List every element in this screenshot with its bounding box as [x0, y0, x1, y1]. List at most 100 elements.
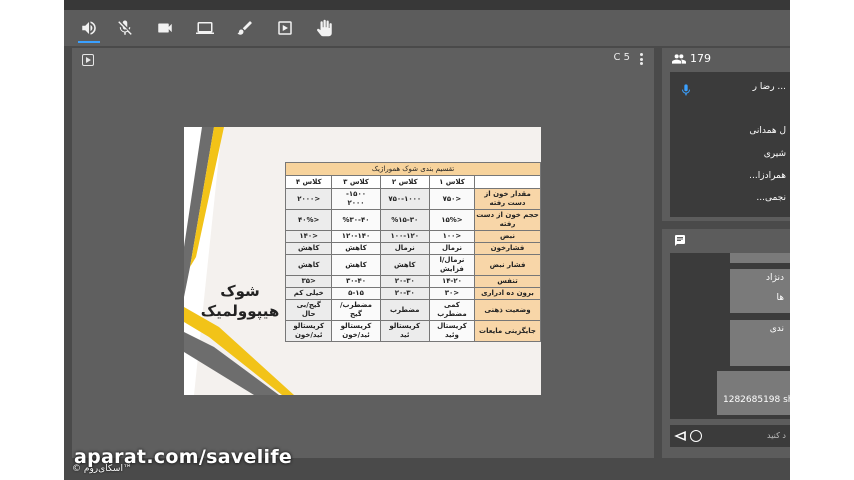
table-row: تنفس ۱۴-۲۰ ۲۰-۳۰ ۳۰-۴۰ <۳۵ [284, 275, 541, 288]
table-cell: ۱۴-۲۰ [428, 275, 476, 288]
table-cell: نرمال [428, 242, 476, 255]
users-icon [672, 54, 686, 64]
table-cell: <۱۰۰ [428, 230, 476, 243]
participant-item[interactable]: همرادزا... [749, 171, 786, 181]
watermark-logo: © اسکای‌روم™ [72, 464, 132, 474]
table-cell: مضطرب [379, 299, 430, 321]
table-cell: ۳۰-۴۰ [331, 275, 381, 288]
table-cell: <۱۵% [428, 209, 476, 231]
screen-share-icon[interactable] [194, 17, 216, 39]
table-row: حجم خون از دست رفته <۱۵% %۱۵-۳۰ %۳۰-۴۰ <۴۰% [284, 209, 541, 231]
table-cell: ۱۵۰۰- ۲۰۰۰ [331, 188, 381, 210]
table-cell: ۱۰۰-۱۲۰ [379, 230, 430, 243]
participant-item[interactable]: نجمی... [756, 193, 786, 203]
participants-header: 179 [662, 48, 790, 70]
column-header: کلاس ۱ [428, 175, 476, 189]
chat-message: 1282685198 sh [723, 395, 790, 405]
chat-bubble: ندی [730, 320, 790, 366]
chat-bubble-partial [730, 253, 790, 263]
column-header: کلاس ۴ [284, 175, 333, 189]
chat-message: ندی [769, 324, 784, 334]
participant-item[interactable]: ... رضا ر [753, 82, 786, 92]
chat-input-placeholder: د کنید [767, 431, 786, 440]
slide-title: شوک هیپوولمیک [200, 281, 280, 321]
skyroom-app: C 5 شوک هیپوولمیک تقسیم بندی شوک هموراژی… [64, 0, 790, 480]
table-cell: <۷۵۰ [428, 188, 476, 210]
brush-icon[interactable] [234, 17, 256, 39]
table-row: مقدار خون از دست رفته <۷۵۰ ۷۵۰-۱۰۰۰ ۱۵۰۰- ۲… [284, 188, 541, 210]
mic-muted-icon[interactable] [114, 17, 136, 39]
table-cell: مضطرب/ گیج [331, 299, 381, 321]
table-cell: <۴۰% [284, 209, 333, 231]
chat-input[interactable]: د کنید [670, 425, 790, 447]
table-cell: کریستال وئید [428, 320, 476, 342]
more-options-icon[interactable] [640, 53, 644, 65]
table-cell: کاهش [331, 254, 381, 276]
table-cell: <۳۵ [284, 275, 333, 288]
participant-item[interactable]: ل همدانی [749, 126, 786, 136]
table-row: نبض <۱۰۰ ۱۰۰-۱۲۰ ۱۲۰-۱۴۰ <۱۴۰ [284, 230, 541, 243]
table-cell: <۱۴۰ [284, 230, 333, 243]
play-media-icon[interactable] [274, 17, 296, 39]
chat-message: دنژاد [766, 273, 784, 283]
table-cell: گیج/بی حال [284, 299, 333, 321]
row-header: جایگزینی مایعات [474, 320, 541, 342]
emoji-icon[interactable] [690, 430, 702, 442]
table-cell: کمی مضطرب [428, 299, 476, 321]
row-header: حجم خون از دست رفته [474, 209, 541, 231]
chat-message: ها [776, 293, 785, 303]
slide: شوک هیپوولمیک تقسیم بندی شوک هموراژیک کل… [184, 127, 541, 395]
speaker-icon[interactable] [78, 17, 100, 43]
table-cell: ۵-۱۵ [331, 287, 381, 300]
chat-panel: دنژاد ها ندی 1282685198 sh د کنید [662, 229, 790, 458]
row-header: مقدار خون از دست رفته [474, 188, 541, 210]
table-cell: کاهش [379, 254, 430, 276]
table-cell: کریستالو ئید [379, 320, 430, 342]
media-icon[interactable] [82, 54, 94, 66]
table-cell: ۲۰-۳۰ [379, 275, 430, 288]
participants-list[interactable]: ... رضا ر ل همدانی شیری همرادزا... نجمی.… [670, 72, 790, 217]
table-row: فشارخون نرمال نرمال کاهش کاهش [284, 242, 541, 255]
column-header: کلاس ۲ [379, 175, 430, 189]
participants-panel: 179 ... رضا ر ل همدانی شیری همرادزا... ن… [662, 48, 790, 221]
top-strip [64, 0, 790, 10]
chat-messages[interactable]: دنژاد ها ندی 1282685198 sh [670, 253, 790, 419]
column-header: کلاس ۳ [331, 175, 381, 189]
table-cell: %۱۵-۳۰ [379, 209, 430, 231]
participants-count: 179 [690, 52, 711, 65]
table-cell: کریستالو ئید/خون [331, 320, 381, 342]
raise-hand-icon[interactable] [314, 17, 336, 39]
table-row: جایگزینی مایعات کریستال وئید کریستالو ئید ک… [284, 320, 541, 342]
table-cell: ۷۵۰-۱۰۰۰ [379, 188, 430, 210]
row-header: فشارخون [474, 242, 541, 255]
shock-classification-table: تقسیم بندی شوک هموراژیک کلاس ۱ کلاس ۲ کل… [284, 162, 541, 342]
row-header: تنفس [474, 275, 541, 288]
toolbar [64, 10, 790, 46]
table-row: فشار نبض نرمال/ا فزایش کاهش کاهش کاهش [284, 254, 541, 276]
table-cell: کاهش [284, 254, 333, 276]
table-cell: خیلی کم [284, 287, 333, 300]
stage-count: C 5 [613, 52, 630, 63]
row-header: نبض [474, 230, 541, 243]
mic-icon [682, 84, 690, 96]
table-cell: کاهش [331, 242, 381, 255]
table-cell: کاهش [284, 242, 333, 255]
table-cell: <۲۰۰۰ [284, 188, 333, 210]
table-caption: تقسیم بندی شوک هموراژیک [285, 162, 541, 176]
chat-icon [675, 235, 685, 246]
table-corner [474, 175, 541, 189]
camera-icon[interactable] [154, 17, 176, 39]
presentation-stage: C 5 شوک هیپوولمیک تقسیم بندی شوک هموراژی… [72, 48, 654, 458]
participant-item[interactable]: شیری [764, 149, 786, 159]
table-row: وضعیت ذهنی کمی مضطرب مضطرب مضطرب/ گیج گیج/بی… [284, 299, 541, 321]
slide-title-line2: هیپوولمیک [200, 302, 280, 320]
table-cell: نرمال/ا فزایش [428, 254, 476, 276]
table-row: برون ده ادراری <۳۰ ۲۰-۳۰ ۵-۱۵ خیلی کم [284, 287, 541, 300]
send-icon[interactable] [674, 431, 686, 441]
slide-title-line1: شوک [220, 282, 260, 300]
table-cell: نرمال [379, 242, 430, 255]
table-cell: ۲۰-۳۰ [379, 287, 430, 300]
chat-bubble: 1282685198 sh [717, 371, 790, 415]
table-cell: ۱۲۰-۱۴۰ [331, 230, 381, 243]
row-header: فشار نبض [474, 254, 541, 276]
